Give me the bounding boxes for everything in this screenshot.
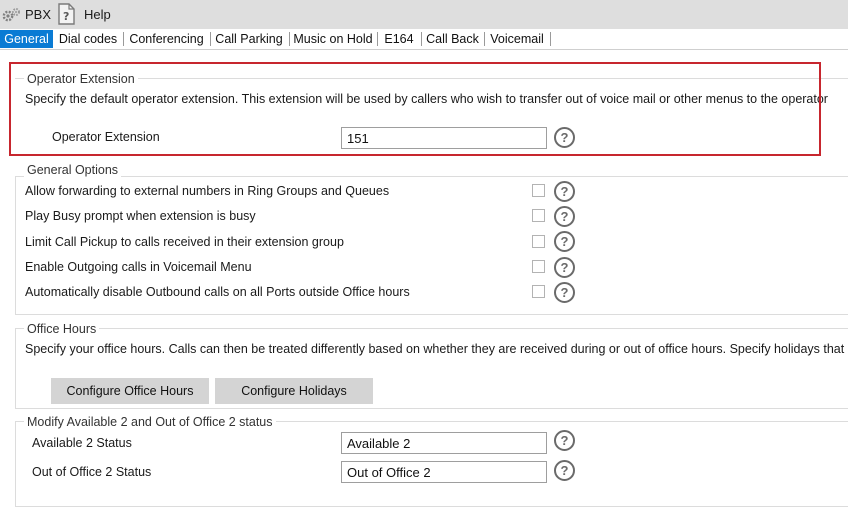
option-label-busy-prompt: Play Busy prompt when extension is busy (25, 209, 256, 223)
option-label-voicemail-outgoing: Enable Outgoing calls in Voicemail Menu (25, 260, 252, 274)
option-checkbox-disable-outbound[interactable] (532, 285, 545, 298)
status-title: Modify Available 2 and Out of Office 2 s… (24, 415, 276, 429)
tab-dial-codes[interactable]: Dial codes (56, 30, 120, 48)
menu-help[interactable]: Help (84, 7, 111, 22)
option-checkbox-busy-prompt[interactable] (532, 209, 545, 222)
tab-general[interactable]: General (0, 30, 53, 48)
available-status-help-icon[interactable]: ? (554, 430, 575, 451)
tab-conferencing[interactable]: Conferencing (126, 30, 207, 48)
tab-separator (550, 32, 551, 46)
available-status-label: Available 2 Status (32, 436, 132, 450)
option-label-call-pickup: Limit Call Pickup to calls received in t… (25, 235, 344, 249)
out-of-office-status-label: Out of Office 2 Status (32, 465, 152, 479)
available-status-input[interactable] (341, 432, 547, 454)
option-checkbox-call-pickup[interactable] (532, 235, 545, 248)
option-checkbox-voicemail-outgoing[interactable] (532, 260, 545, 273)
gears-icon[interactable] (1, 7, 21, 26)
tab-call-back[interactable]: Call Back (424, 30, 481, 48)
option-label-forwarding: Allow forwarding to external numbers in … (25, 184, 390, 198)
highlight-box (9, 62, 821, 156)
tab-voicemail[interactable]: Voicemail (487, 30, 547, 48)
tab-separator (123, 32, 124, 46)
option-checkbox-forwarding[interactable] (532, 184, 545, 197)
out-of-office-status-input[interactable] (341, 461, 547, 483)
tab-separator (421, 32, 422, 46)
option-label-disable-outbound: Automatically disable Outbound calls on … (25, 285, 410, 299)
office-hours-title: Office Hours (24, 322, 100, 336)
menu-bar: PBX ? Help (0, 0, 848, 29)
tab-separator (210, 32, 211, 46)
help-document-icon[interactable]: ? (57, 3, 75, 28)
option-help-icon-disable-outbound[interactable]: ? (554, 282, 575, 303)
option-help-icon-call-pickup[interactable]: ? (554, 231, 575, 252)
option-help-icon-voicemail-outgoing[interactable]: ? (554, 257, 575, 278)
tab-separator (377, 32, 378, 46)
tab-e164[interactable]: E164 (380, 30, 418, 48)
tab-separator (484, 32, 485, 46)
tab-call-parking[interactable]: Call Parking (213, 30, 285, 48)
tab-music-on-hold[interactable]: Music on Hold (292, 30, 374, 48)
out-of-office-status-help-icon[interactable]: ? (554, 460, 575, 481)
option-help-icon-forwarding[interactable]: ? (554, 181, 575, 202)
svg-text:?: ? (63, 10, 69, 23)
general-options-title: General Options (24, 163, 122, 177)
configure-holidays-button[interactable]: Configure Holidays (215, 378, 373, 404)
tab-bar: General Dial codes Conferencing Call Par… (0, 29, 848, 50)
option-help-icon-busy-prompt[interactable]: ? (554, 206, 575, 227)
menu-pbx[interactable]: PBX (25, 7, 51, 22)
office-hours-description: Specify your office hours. Calls can the… (25, 342, 848, 356)
configure-office-hours-button[interactable]: Configure Office Hours (51, 378, 209, 404)
tab-separator (289, 32, 290, 46)
